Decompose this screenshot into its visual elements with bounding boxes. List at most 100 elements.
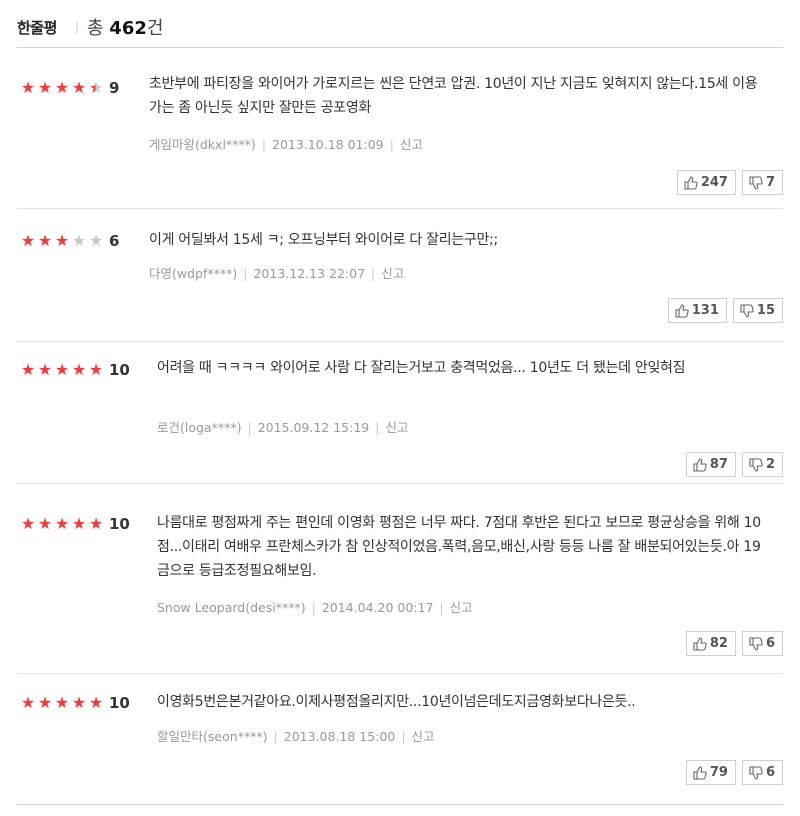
review-score: 10: [109, 515, 130, 533]
star-icon: ★: [71, 514, 86, 533]
thumbs-down-icon: [749, 765, 763, 780]
like-count: 82: [709, 636, 728, 651]
star-icon: ★: [37, 693, 52, 712]
review-meta: Snow Leopard(desi****) | 2014.04.20 00:17 |…: [157, 600, 473, 615]
dislike-button[interactable]: 2: [741, 452, 783, 477]
thumbs-down-icon: [749, 457, 763, 472]
review-date: 2015.09.12 15:19: [257, 420, 370, 435]
review-item: ★ ★ ★ ★ ★ 10 이영화5번은본거같아요.이제사평점올리지만...10년이넘은데…: [17, 674, 783, 805]
review-item: ★ ★ ★ ★ ★ 10 나름대로 평점짜게 주는 편인데 이영화 평점은 너무 짜다.…: [17, 484, 783, 674]
review-item: ★ ★ ★ ★ ★ 10 어려을 때 ㅋㅋㅋㅋ 와이어로 사람 다 잘리는거보고 충격먹…: [17, 342, 783, 484]
thumbs-up-icon: [684, 175, 698, 190]
like-count: 247: [700, 175, 728, 190]
thumbs-up-icon: [675, 303, 689, 318]
star-icon: ★: [20, 231, 35, 250]
review-author[interactable]: 다영(wdpf****): [149, 266, 237, 281]
dislike-button[interactable]: 15: [732, 298, 783, 323]
star-icon: ★: [54, 514, 69, 533]
vote-buttons: 82 6: [685, 631, 783, 656]
star-icon: ★: [54, 693, 69, 712]
dislike-button[interactable]: 6: [741, 631, 783, 656]
star-icon: ★: [37, 360, 52, 379]
star-icon: ★: [37, 514, 52, 533]
review-date: 2014.04.20 00:17: [321, 600, 434, 615]
like-count: 87: [709, 457, 728, 472]
star-icon: ★: [20, 514, 35, 533]
review-text: 나름대로 평점짜게 주는 편인데 이영화 평점은 너무 짜다. 7점대 후반은 …: [157, 515, 761, 579]
star-icon: ★: [71, 360, 86, 379]
review-date: 2013.12.13 22:07: [253, 266, 366, 281]
star-rating: ★ ★ ★ ★ ★: [19, 694, 104, 712]
review-author[interactable]: 로건(loga****): [157, 420, 241, 435]
star-icon: ★: [88, 78, 103, 97]
star-icon: ★: [54, 360, 69, 379]
thumbs-up-icon: [693, 765, 707, 780]
like-button[interactable]: 82: [685, 631, 736, 656]
thumbs-up-icon: [693, 457, 707, 472]
star-icon: ★: [88, 693, 103, 712]
dislike-count: 2: [765, 457, 775, 472]
report-link[interactable]: 신고: [381, 266, 404, 281]
star-rating: ★ ★ ★ ★ ★: [19, 79, 104, 97]
total-prefix: 총: [87, 18, 104, 39]
review-item: ★ ★ ★ ★ ★ 6 이게 어딜봐서 15세 ㅋ; 오프닝부터 와이어로 다 잘리는구…: [17, 209, 783, 342]
review-author[interactable]: Snow Leopard(desi****): [157, 600, 306, 615]
star-icon: ★: [20, 78, 35, 97]
report-link[interactable]: 신고: [385, 420, 408, 435]
dislike-count: 15: [756, 303, 775, 318]
review-author[interactable]: 할일만타(seon****): [157, 729, 268, 744]
like-count: 79: [709, 765, 728, 780]
review-text: 이영화5번은본거같아요.이제사평점올리지만...10년이넘은데도지금영화보다나은…: [157, 694, 636, 710]
dislike-button[interactable]: 6: [741, 760, 783, 785]
vote-buttons: 247 7: [676, 170, 783, 195]
star-icon: ★: [88, 360, 103, 379]
review-score: 10: [109, 694, 130, 712]
review-date: 2013.08.18 15:00: [283, 729, 396, 744]
review-meta: 게임마왕(dkxl****) | 2013.10.18 01:09 | 신고: [149, 137, 423, 152]
review-score: 10: [109, 361, 130, 379]
dislike-button[interactable]: 7: [741, 170, 783, 195]
star-icon: ★: [71, 693, 86, 712]
star-icon: ★: [37, 78, 52, 97]
star-icon: ★: [54, 78, 69, 97]
star-icon: ★: [71, 231, 86, 250]
star-icon: ★: [20, 360, 35, 379]
review-header: 한줄평 | 총 462건: [17, 14, 783, 48]
like-button[interactable]: 247: [676, 170, 736, 195]
total-number: 462: [109, 18, 147, 39]
like-count: 131: [691, 303, 719, 318]
vote-buttons: 87 2: [685, 452, 783, 477]
star-icon: ★: [88, 231, 103, 250]
review-text: 이게 어딜봐서 15세 ㅋ; 오프닝부터 와이어로 다 잘리는구만;;: [149, 232, 498, 248]
thumbs-down-icon: [749, 175, 763, 190]
review-meta: 다영(wdpf****) | 2013.12.13 22:07 | 신고: [149, 266, 405, 281]
dislike-count: 6: [765, 765, 775, 780]
report-link[interactable]: 신고: [450, 600, 473, 615]
star-rating: ★ ★ ★ ★ ★: [19, 232, 104, 250]
review-author[interactable]: 게임마왕(dkxl****): [149, 137, 256, 152]
star-rating: ★ ★ ★ ★ ★: [19, 361, 104, 379]
thumbs-down-icon: [740, 303, 754, 318]
review-meta: 할일만타(seon****) | 2013.08.18 15:00 | 신고: [157, 729, 435, 744]
star-icon: ★: [37, 231, 52, 250]
star-icon: ★: [54, 231, 69, 250]
review-meta: 로건(loga****) | 2015.09.12 15:19 | 신고: [157, 420, 409, 435]
report-link[interactable]: 신고: [412, 729, 435, 744]
header-divider: |: [75, 20, 80, 34]
section-title: 한줄평: [17, 19, 57, 37]
report-link[interactable]: 신고: [400, 137, 423, 152]
dislike-count: 6: [765, 636, 775, 651]
review-text: 어려을 때 ㅋㅋㅋㅋ 와이어로 사람 다 잘리는거보고 충격먹었음... 10년…: [157, 360, 686, 376]
review-date: 2013.10.18 01:09: [272, 137, 384, 152]
like-button[interactable]: 87: [685, 452, 736, 477]
review-item: ★ ★ ★ ★ ★ 9 초반부에 파티장을 와이어가 가로지르는 씬은 단연코 압권. …: [17, 48, 783, 209]
like-button[interactable]: 131: [667, 298, 727, 323]
star-icon: ★: [20, 693, 35, 712]
vote-buttons: 131 15: [667, 298, 783, 323]
like-button[interactable]: 79: [685, 760, 736, 785]
review-text: 초반부에 파티장을 와이어가 가로지르는 씬은 단연코 압권. 10년이 지난 …: [149, 76, 758, 116]
total-suffix: 건: [146, 18, 164, 39]
thumbs-up-icon: [693, 636, 707, 651]
review-score: 9: [109, 79, 120, 97]
star-rating: ★ ★ ★ ★ ★: [19, 515, 104, 533]
